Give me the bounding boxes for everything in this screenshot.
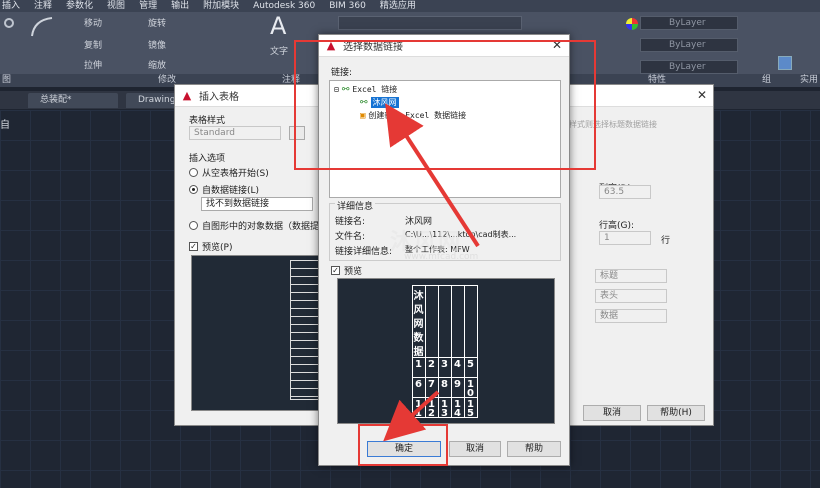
arrow-to-ok: [383, 390, 440, 442]
watermark-url: www.mfcad.com: [404, 252, 479, 262]
